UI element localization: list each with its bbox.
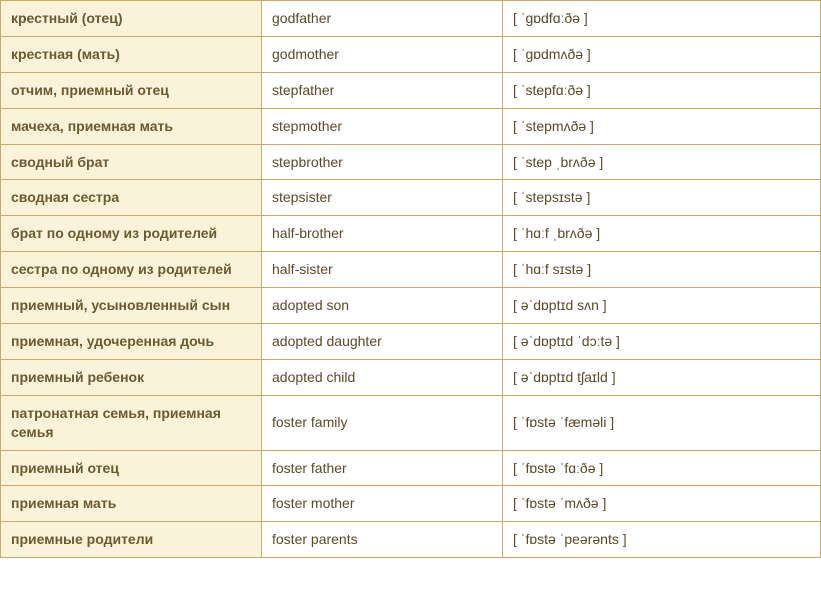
cell-russian: приемный, усыновленный сын — [1, 288, 262, 324]
cell-russian: крестная (мать) — [1, 36, 262, 72]
table-row: приемный, усыновленный сын adopted son [… — [1, 288, 821, 324]
cell-ipa: [ ˈfɒstə ˈfɑːðə ] — [503, 450, 821, 486]
cell-russian: приемный ребенок — [1, 359, 262, 395]
cell-ipa: [ ˈfɒstə ˈfæməli ] — [503, 395, 821, 450]
cell-ipa: [ ˈɡɒdfɑːðə ] — [503, 1, 821, 37]
cell-russian: сводная сестра — [1, 180, 262, 216]
table-row: отчим, приемный отец stepfather [ ˈstepf… — [1, 72, 821, 108]
vocabulary-table: крестный (отец) godfather [ ˈɡɒdfɑːðə ] … — [0, 0, 821, 558]
cell-english: foster family — [262, 395, 503, 450]
cell-english: foster parents — [262, 522, 503, 558]
cell-russian: приемная мать — [1, 486, 262, 522]
cell-russian: мачеха, приемная мать — [1, 108, 262, 144]
cell-ipa: [ ˈfɒstə ˈpeərənts ] — [503, 522, 821, 558]
table-row: крестный (отец) godfather [ ˈɡɒdfɑːðə ] — [1, 1, 821, 37]
cell-english: adopted son — [262, 288, 503, 324]
vocabulary-table-body: крестный (отец) godfather [ ˈɡɒdfɑːðə ] … — [1, 1, 821, 558]
cell-english: stepfather — [262, 72, 503, 108]
cell-russian: сводный брат — [1, 144, 262, 180]
table-row: брат по одному из родителей half-brother… — [1, 216, 821, 252]
cell-ipa: [ əˈdɒptɪd ˈdɔːtə ] — [503, 324, 821, 360]
table-row: приемная мать foster mother [ ˈfɒstə ˈmʌ… — [1, 486, 821, 522]
cell-english: foster father — [262, 450, 503, 486]
cell-russian: приемная, удочеренная дочь — [1, 324, 262, 360]
cell-ipa: [ əˈdɒptɪd sʌn ] — [503, 288, 821, 324]
cell-english: stepmother — [262, 108, 503, 144]
cell-english: stepsister — [262, 180, 503, 216]
table-row: мачеха, приемная мать stepmother [ ˈstep… — [1, 108, 821, 144]
cell-ipa: [ ˈhɑːf sɪstə ] — [503, 252, 821, 288]
table-row: приемный ребенок adopted child [ əˈdɒptɪ… — [1, 359, 821, 395]
cell-english: adopted child — [262, 359, 503, 395]
cell-ipa: [ ˈhɑːf ˌbrʌðə ] — [503, 216, 821, 252]
cell-english: half-sister — [262, 252, 503, 288]
table-row: сводный брат stepbrother [ ˈstep ˌbrʌðə … — [1, 144, 821, 180]
cell-english: foster mother — [262, 486, 503, 522]
cell-russian: отчим, приемный отец — [1, 72, 262, 108]
cell-english: stepbrother — [262, 144, 503, 180]
cell-english: adopted daughter — [262, 324, 503, 360]
table-row: патронатная семья, приемная семья foster… — [1, 395, 821, 450]
cell-ipa: [ ˈstepsɪstə ] — [503, 180, 821, 216]
table-row: сводная сестра stepsister [ ˈstepsɪstə ] — [1, 180, 821, 216]
table-row: приемная, удочеренная дочь adopted daugh… — [1, 324, 821, 360]
cell-russian: брат по одному из родителей — [1, 216, 262, 252]
cell-russian: патронатная семья, приемная семья — [1, 395, 262, 450]
cell-russian: приемные родители — [1, 522, 262, 558]
cell-english: half-brother — [262, 216, 503, 252]
cell-english: godfather — [262, 1, 503, 37]
cell-ipa: [ əˈdɒptɪd tʃaɪld ] — [503, 359, 821, 395]
table-row: приемные родители foster parents [ ˈfɒst… — [1, 522, 821, 558]
cell-russian: крестный (отец) — [1, 1, 262, 37]
table-row: приемный отец foster father [ ˈfɒstə ˈfɑ… — [1, 450, 821, 486]
cell-ipa: [ ˈstepfɑːðə ] — [503, 72, 821, 108]
cell-ipa: [ ˈɡɒdmʌðə ] — [503, 36, 821, 72]
cell-russian: сестра по одному из родителей — [1, 252, 262, 288]
cell-ipa: [ ˈstep ˌbrʌðə ] — [503, 144, 821, 180]
table-row: сестра по одному из родителей half-siste… — [1, 252, 821, 288]
cell-english: godmother — [262, 36, 503, 72]
table-row: крестная (мать) godmother [ ˈɡɒdmʌðə ] — [1, 36, 821, 72]
cell-ipa: [ ˈstepmʌðə ] — [503, 108, 821, 144]
cell-russian: приемный отец — [1, 450, 262, 486]
cell-ipa: [ ˈfɒstə ˈmʌðə ] — [503, 486, 821, 522]
